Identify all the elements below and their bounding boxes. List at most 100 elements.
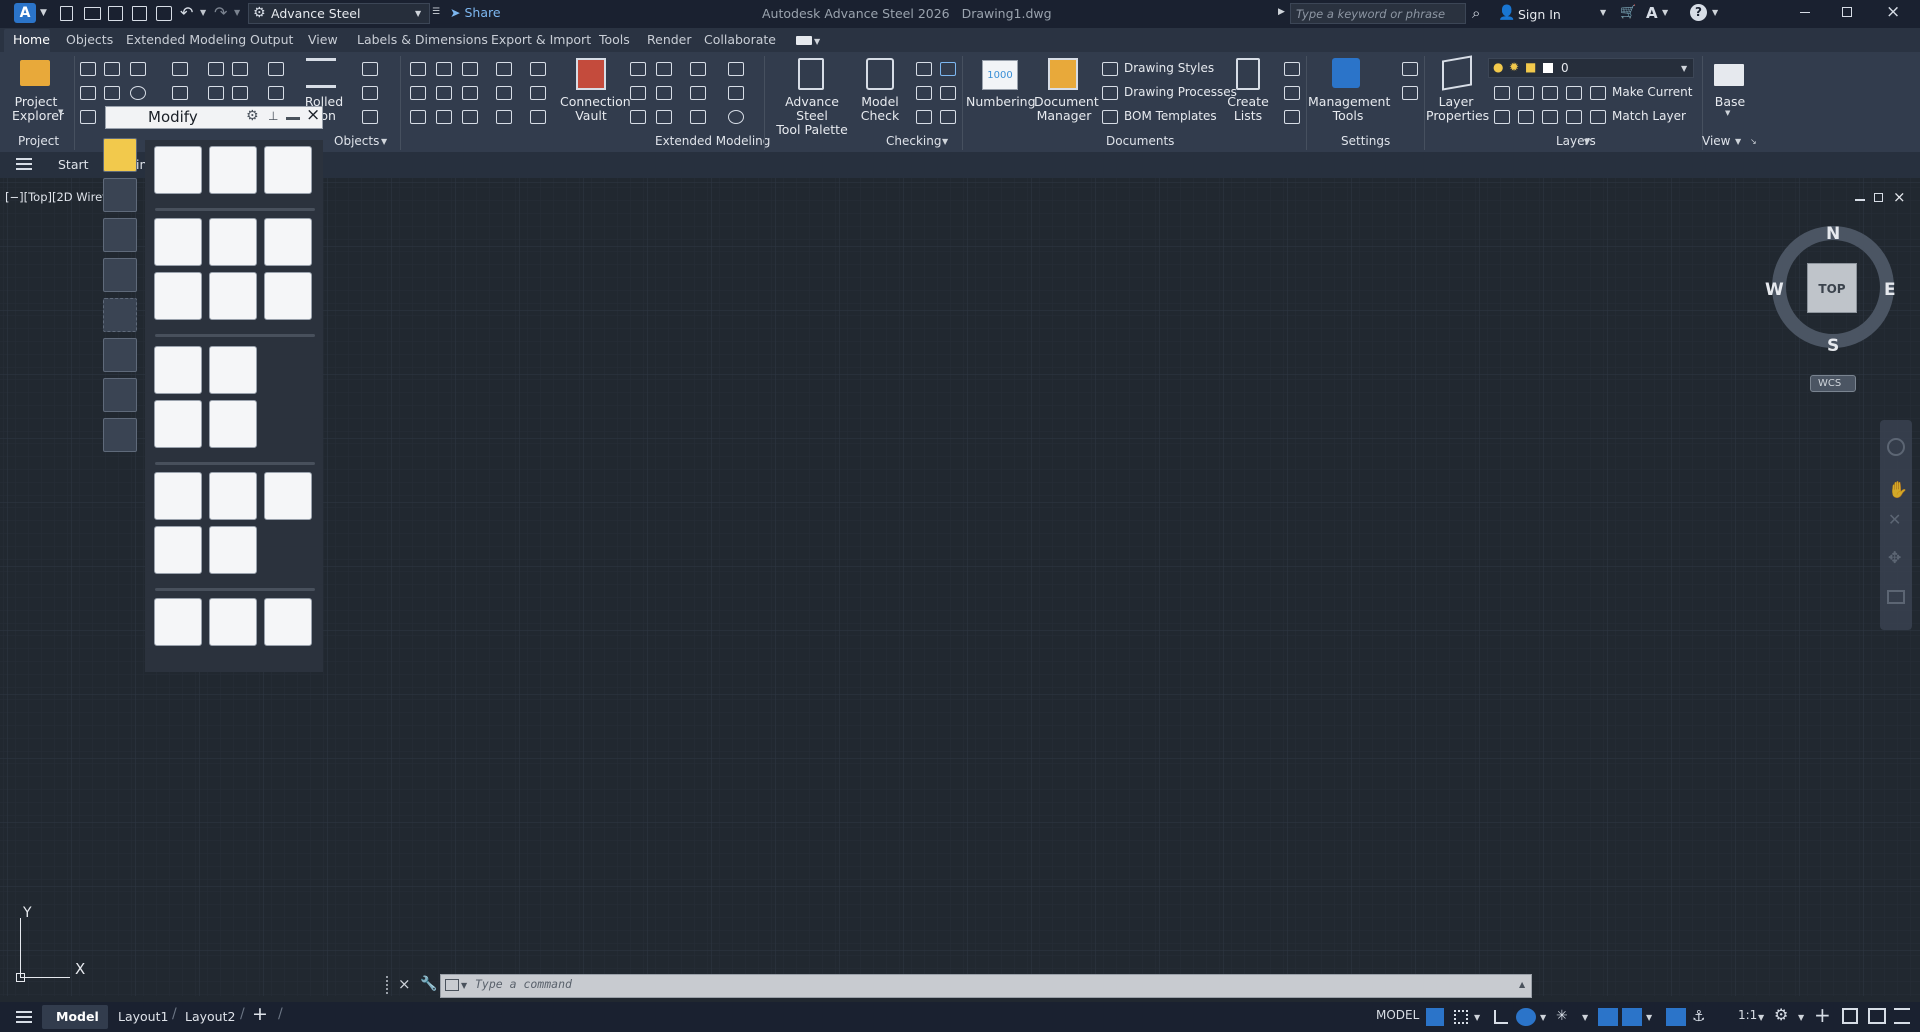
snap-dropdown-icon[interactable]: ▼ bbox=[1474, 1013, 1480, 1022]
mirror-tool-icon[interactable] bbox=[209, 218, 257, 266]
pattern-b-icon[interactable] bbox=[496, 86, 512, 100]
clash-check-icon[interactable] bbox=[916, 62, 932, 76]
polar-toggle-icon[interactable] bbox=[1516, 1008, 1536, 1026]
rotate-tool-icon[interactable] bbox=[154, 218, 202, 266]
layout-menu-icon[interactable] bbox=[16, 1011, 32, 1023]
move-tool-icon[interactable] bbox=[154, 146, 202, 194]
bolt-icon[interactable] bbox=[268, 62, 284, 76]
numbering-button[interactable]: Numbering bbox=[966, 95, 1036, 109]
pan-icon[interactable]: ✋ bbox=[1888, 480, 1908, 499]
viewport-controls-label[interactable]: [−][Top][2D Wirefr bbox=[5, 190, 111, 204]
tab-start[interactable]: Start bbox=[58, 157, 89, 172]
scale-tool-icon[interactable] bbox=[209, 272, 257, 320]
copy-tool-icon[interactable] bbox=[209, 146, 257, 194]
command-customize-icon[interactable]: 🔧 bbox=[420, 976, 437, 992]
polyline-icon[interactable] bbox=[80, 62, 96, 76]
export-doc-icon[interactable] bbox=[1284, 110, 1300, 124]
layer-tool-2-icon[interactable] bbox=[1518, 86, 1534, 100]
viewcube-south[interactable]: S bbox=[1827, 336, 1839, 356]
add-layout-icon[interactable]: + bbox=[252, 1003, 268, 1025]
management-tools-icon[interactable] bbox=[1332, 58, 1360, 88]
building-icon[interactable] bbox=[690, 110, 706, 124]
column-icon[interactable] bbox=[362, 86, 378, 100]
save-as-icon[interactable] bbox=[132, 6, 147, 21]
showmotion-icon[interactable] bbox=[1887, 590, 1905, 604]
grid-toggle-icon[interactable] bbox=[1426, 1008, 1444, 1026]
corner-icon[interactable] bbox=[530, 62, 546, 76]
polygon-icon[interactable] bbox=[80, 110, 96, 124]
tab-collaborate[interactable]: Collaborate bbox=[704, 32, 776, 47]
lengthen-tool-icon[interactable] bbox=[154, 598, 202, 646]
maximize-icon[interactable] bbox=[1842, 7, 1852, 17]
document-manager-icon[interactable] bbox=[1048, 58, 1078, 90]
workspace-switch-dropdown-icon[interactable]: ▼ bbox=[1798, 1013, 1804, 1022]
shape2-icon[interactable] bbox=[462, 86, 478, 100]
steering-wheel-icon[interactable] bbox=[1887, 438, 1905, 456]
drawing-processes-button[interactable]: Drawing Processes bbox=[1124, 85, 1237, 99]
isolate-objects-icon[interactable] bbox=[1842, 1008, 1858, 1024]
panel-view-launcher-icon[interactable]: ↘ bbox=[1750, 137, 1757, 146]
layer-properties-button[interactable]: Layer Properties bbox=[1426, 95, 1489, 123]
layer-tool-8-icon[interactable] bbox=[1566, 110, 1582, 124]
new-icon[interactable] bbox=[60, 6, 73, 21]
approve-icon[interactable] bbox=[940, 62, 956, 76]
bent-beam-icon[interactable] bbox=[362, 110, 378, 124]
arc-icon[interactable] bbox=[130, 62, 146, 76]
annotation-scale-dropdown-icon[interactable]: ▼ bbox=[1758, 1013, 1764, 1022]
project-explorer-icon[interactable] bbox=[20, 60, 50, 86]
ring-icon[interactable] bbox=[728, 110, 744, 124]
tool-palette-icon[interactable] bbox=[798, 58, 824, 90]
app-logo[interactable]: A bbox=[14, 3, 36, 23]
layer-tool-6-icon[interactable] bbox=[1518, 110, 1534, 124]
viewport-minimize-icon[interactable] bbox=[1855, 199, 1865, 201]
base-dropdown-icon[interactable]: ▼ bbox=[1725, 109, 1730, 117]
layout-tab-layout2[interactable]: Layout2 bbox=[185, 1009, 235, 1024]
settings-a-icon[interactable] bbox=[1402, 62, 1418, 76]
zoom-icon[interactable]: ✕ bbox=[1888, 510, 1901, 529]
numbering-icon[interactable]: 1000 bbox=[982, 60, 1018, 90]
redo-icon[interactable]: ↷ bbox=[214, 3, 227, 22]
measure-icon[interactable] bbox=[103, 258, 137, 292]
model-space-toggle[interactable]: MODEL bbox=[1376, 1008, 1419, 1026]
tab-objects[interactable]: Objects bbox=[66, 32, 113, 47]
sphere2-icon[interactable] bbox=[436, 86, 452, 100]
annotation-visibility-icon[interactable] bbox=[1666, 1008, 1686, 1026]
grid-icon[interactable] bbox=[172, 62, 188, 76]
annotation-scale[interactable]: 1:1 bbox=[1738, 1008, 1757, 1026]
railing-icon[interactable] bbox=[462, 110, 478, 124]
customize-qat-icon[interactable]: ☰ bbox=[432, 7, 440, 17]
sheet-icon[interactable] bbox=[103, 338, 137, 372]
plate-merge-icon[interactable] bbox=[232, 86, 248, 100]
search-expand-icon[interactable]: ▶ bbox=[1278, 7, 1285, 17]
autodesk-dropdown-icon[interactable]: ▼ bbox=[1662, 8, 1668, 17]
layer-properties-icon[interactable] bbox=[1442, 55, 1472, 91]
tab-view[interactable]: View bbox=[308, 32, 338, 47]
line-icon[interactable] bbox=[104, 86, 120, 100]
match-layer-button[interactable]: Match Layer bbox=[1612, 109, 1686, 123]
cage-icon[interactable] bbox=[530, 110, 546, 124]
drawing-processes-icon[interactable] bbox=[1102, 86, 1118, 100]
project-explorer-button[interactable]: Project Explorer bbox=[12, 95, 64, 123]
polar-dropdown-icon[interactable]: ▼ bbox=[1540, 1013, 1546, 1022]
dxf-icon[interactable] bbox=[1284, 86, 1300, 100]
ribbon-options-dropdown-icon[interactable]: ▼ bbox=[814, 37, 820, 46]
layout-tab-layout1[interactable]: Layout1 bbox=[118, 1009, 168, 1024]
fullscreen-icon[interactable] bbox=[1868, 1008, 1886, 1024]
house-icon[interactable] bbox=[690, 62, 706, 76]
plus-icon[interactable]: + bbox=[1814, 1003, 1831, 1027]
layer-tool-4-icon[interactable] bbox=[1566, 86, 1582, 100]
panel-view-expand-icon[interactable]: ▼ bbox=[1735, 137, 1741, 146]
orbit-tool-icon[interactable] bbox=[154, 272, 202, 320]
chamfer-tool-icon[interactable] bbox=[209, 400, 257, 448]
trim-tool-icon[interactable] bbox=[209, 472, 257, 520]
plate-icon[interactable] bbox=[208, 62, 224, 76]
model-check-button[interactable]: Model Check bbox=[860, 95, 900, 123]
person-icon[interactable] bbox=[103, 218, 137, 252]
connection-vault-button[interactable]: Connection Vault bbox=[560, 95, 631, 123]
beam-icon[interactable] bbox=[362, 62, 378, 76]
customization-icon[interactable] bbox=[1894, 1008, 1910, 1024]
viewcube-east[interactable]: E bbox=[1884, 280, 1896, 300]
spline-icon[interactable] bbox=[104, 62, 120, 76]
create-lists-icon[interactable] bbox=[1236, 58, 1260, 90]
wcs-button[interactable]: WCS bbox=[1810, 375, 1856, 392]
